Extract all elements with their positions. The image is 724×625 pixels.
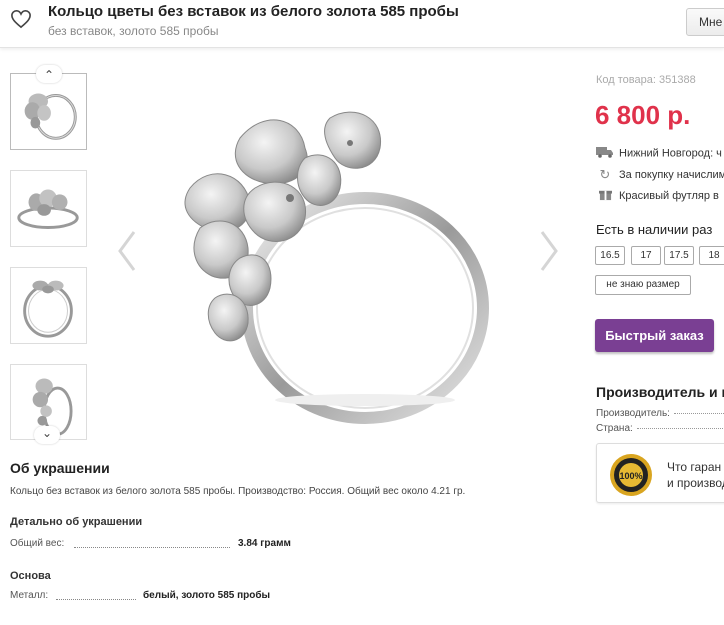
delivery-info: Нижний Новгород: ч — [596, 146, 722, 161]
size-option[interactable]: 17 — [631, 246, 661, 265]
header-button[interactable]: Мне — [686, 8, 724, 36]
page-subtitle: без вставок, золото 585 пробы — [48, 24, 219, 38]
availability-heading: Есть в наличии раз — [596, 222, 713, 237]
guarantee-line-2: и производ — [667, 476, 724, 490]
size-option[interactable]: 16.5 — [595, 246, 625, 265]
manufacturer-heading: Производитель и п — [596, 384, 724, 400]
guarantee-line-1: Что гаран — [667, 460, 722, 474]
gift-icon — [596, 188, 614, 204]
seal-text: 100% — [619, 471, 642, 481]
thumbnails-down-icon[interactable]: ⌄ — [34, 426, 60, 444]
country-label: Страна: — [596, 423, 633, 434]
prev-image-icon[interactable] — [116, 230, 138, 272]
product-header: Кольцо цветы без вставок из белого золот… — [0, 0, 724, 48]
gift-text: Красивый футляр в — [619, 189, 719, 202]
gift-info: Красивый футляр в — [596, 188, 719, 204]
weight-row: Общий вес: 3.84 грамм — [10, 538, 310, 552]
manufacturer-row: Производитель: — [596, 408, 724, 419]
weight-label: Общий вес: — [10, 538, 65, 549]
heart-icon[interactable] — [10, 9, 32, 29]
details-heading: Детально об украшении — [10, 516, 143, 528]
unknown-size-button[interactable]: не знаю размер — [595, 275, 691, 295]
page-title: Кольцо цветы без вставок из белого золот… — [48, 3, 459, 20]
country-row: Страна: — [596, 423, 724, 434]
guarantee-text: Что гаран и производ — [667, 459, 724, 491]
thumbnail-2[interactable] — [10, 170, 87, 247]
manufacturer-label: Производитель: — [596, 408, 670, 419]
bonus-info: ↻ За покупку начислим — [596, 167, 724, 183]
bonus-text: За покупку начислим — [619, 168, 724, 181]
metal-value: белый, золото 585 пробы — [143, 590, 271, 601]
thumbnails-up-icon[interactable]: ⌃ — [36, 65, 62, 83]
base-heading: Основа — [10, 570, 51, 582]
product-sku: Код товара: 351388 — [596, 74, 696, 86]
size-option[interactable]: 17.5 — [664, 246, 694, 265]
refresh-icon: ↻ — [599, 167, 611, 182]
thumbnail-1[interactable] — [10, 73, 87, 150]
size-option[interactable]: 18 — [699, 246, 724, 265]
weight-value: 3.84 грамм — [238, 538, 291, 549]
guarantee-banner[interactable]: 100% Что гаран и производ — [596, 443, 724, 503]
guarantee-seal-icon: 100% — [609, 453, 653, 497]
metal-row: Металл: белый, золото 585 пробы — [10, 590, 310, 604]
truck-icon — [596, 146, 614, 161]
about-heading: Об украшении — [10, 460, 110, 476]
next-image-icon[interactable] — [538, 230, 560, 272]
product-main-image[interactable] — [140, 78, 540, 428]
product-price: 6 800 р. — [595, 100, 691, 130]
delivery-text: Нижний Новгород: ч — [619, 147, 722, 160]
thumbnail-3[interactable] — [10, 267, 87, 344]
about-text: Кольцо без вставок из белого золота 585 … — [10, 486, 466, 497]
metal-label: Металл: — [10, 590, 49, 601]
quick-order-button[interactable]: Быстрый заказ — [595, 319, 714, 352]
